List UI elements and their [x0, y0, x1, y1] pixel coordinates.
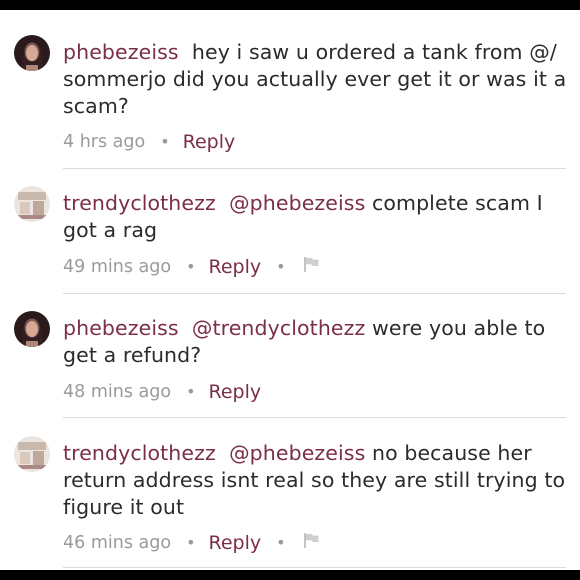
reply-button[interactable]: Reply — [183, 131, 236, 153]
reply-button[interactable]: Reply — [209, 256, 262, 278]
separator-dot: • — [186, 257, 196, 276]
flag-icon[interactable] — [303, 531, 321, 555]
comment-username[interactable]: trendyclothezz — [63, 191, 216, 215]
reply-button[interactable]: Reply — [209, 532, 262, 554]
comment-meta: 48 mins ago • Reply — [63, 380, 261, 404]
comment-timestamp: 4 hrs ago — [63, 132, 146, 152]
dark-haired-girl-avatar-icon — [14, 35, 50, 71]
comment-divider — [63, 168, 566, 169]
separator-dot: • — [276, 533, 286, 552]
reply-button[interactable]: Reply — [209, 381, 262, 403]
comment-divider — [63, 567, 566, 568]
separator-dot: • — [160, 132, 170, 151]
comment-message-line1: hey i saw u ordered a tank from @/ — [191, 40, 557, 64]
clothing-shop-avatar-icon — [14, 436, 50, 472]
comment-mention[interactable]: @phebezeiss — [229, 441, 365, 465]
comment-meta: 4 hrs ago • Reply — [63, 130, 235, 154]
user-avatar[interactable] — [14, 35, 50, 71]
comment-username[interactable]: phebezeiss — [63, 316, 179, 340]
dark-haired-girl-avatar-icon — [14, 311, 50, 347]
comment-meta: 49 mins ago • Reply • — [63, 255, 321, 279]
comment-message-rest: sommerjo did you actually ever get it or… — [63, 67, 567, 118]
comment-text: phebezeiss hey i saw u ordered a tank fr… — [63, 39, 568, 120]
comment-username[interactable]: trendyclothezz — [63, 441, 216, 465]
comment-mention[interactable]: @phebezeiss — [229, 191, 365, 215]
separator-dot: • — [276, 257, 286, 276]
comments-screen: phebezeiss hey i saw u ordered a tank fr… — [0, 10, 580, 570]
flag-icon[interactable] — [303, 255, 321, 279]
separator-dot: • — [186, 382, 196, 401]
clothing-shop-avatar-icon — [14, 186, 50, 222]
comment-mention[interactable]: @trendyclothezz — [192, 316, 365, 340]
comment-divider — [63, 293, 566, 294]
comment-timestamp: 48 mins ago — [63, 382, 172, 402]
comment-username[interactable]: phebezeiss — [63, 40, 179, 64]
comment-text: phebezeiss @trendyclothezz were you able… — [63, 315, 568, 369]
separator-dot: • — [186, 533, 196, 552]
user-avatar[interactable] — [14, 186, 50, 222]
comment-text: trendyclothezz @phebezeiss complete scam… — [63, 190, 568, 244]
comment-meta: 46 mins ago • Reply • — [63, 531, 321, 555]
user-avatar[interactable] — [14, 311, 50, 347]
comment-timestamp: 46 mins ago — [63, 533, 172, 553]
user-avatar[interactable] — [14, 436, 50, 472]
comment-timestamp: 49 mins ago — [63, 257, 172, 277]
comment-divider — [63, 417, 566, 418]
comment-text: trendyclothezz @phebezeiss no because he… — [63, 440, 568, 521]
